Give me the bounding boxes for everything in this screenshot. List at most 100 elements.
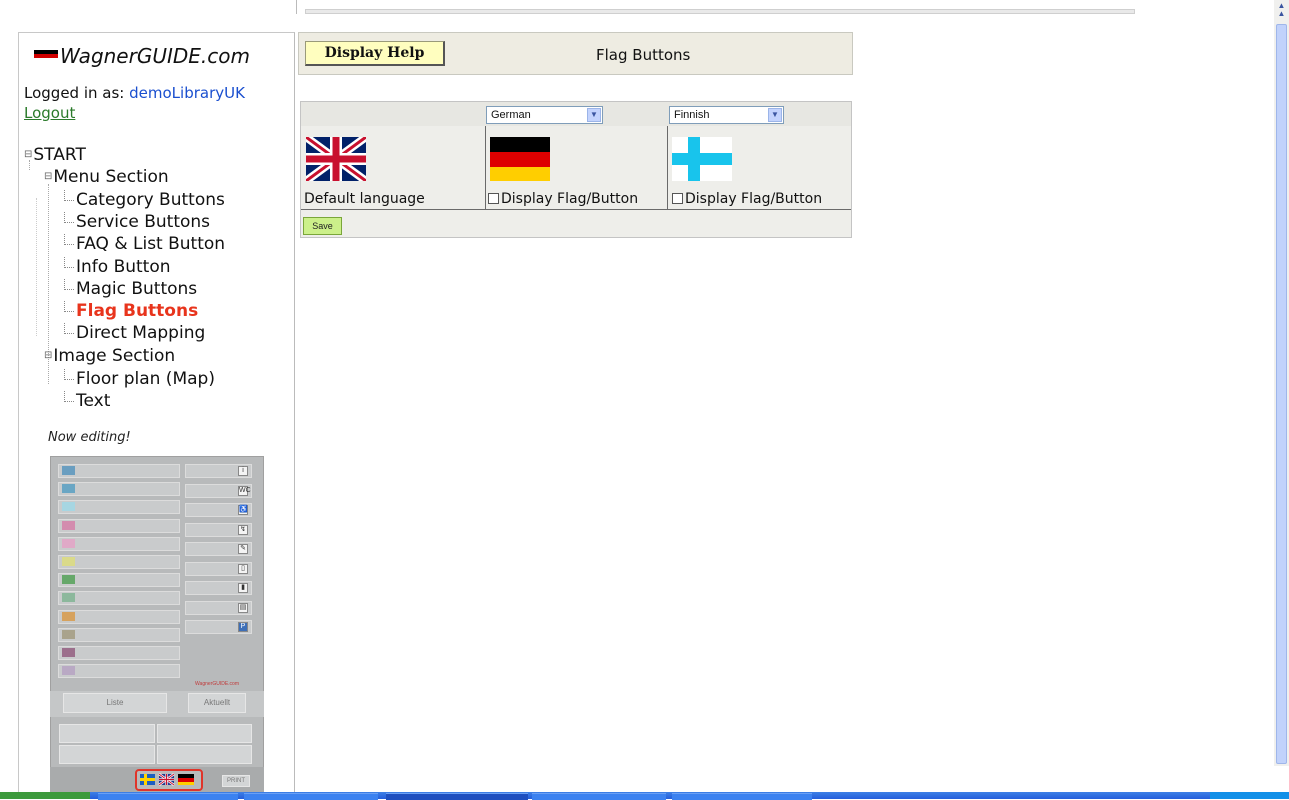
tree-root[interactable]: ⊟START [24, 144, 86, 166]
chevron-down-icon[interactable]: ▼ [768, 108, 782, 122]
start-button[interactable] [0, 792, 90, 799]
preview-color-swatch [62, 666, 75, 676]
sidebar-item-floor-plan[interactable]: Floor plan (Map) [64, 368, 215, 390]
language-select-finnish[interactable]: Finnish ▼ [669, 106, 784, 124]
row-divider [301, 209, 851, 210]
now-editing-label: Now editing! [48, 430, 131, 445]
uk-flag-icon [306, 137, 366, 181]
column-divider [485, 126, 486, 210]
sidebar-item-text[interactable]: Text [64, 390, 110, 412]
display-flag-finnish[interactable]: Display Flag/Button [672, 191, 822, 207]
preview-flags-highlight [135, 769, 203, 791]
sidebar-item-info-button[interactable]: Info Button [64, 256, 171, 278]
tree-connector [64, 369, 74, 380]
save-button[interactable]: Save [303, 217, 342, 235]
preview-service-icon: ♿ [238, 505, 248, 515]
preview-service-icon: ↯ [238, 524, 248, 535]
column-divider [667, 126, 668, 210]
tree-connector [64, 323, 74, 334]
preview-blank-button [59, 724, 155, 743]
finland-flag-icon [672, 137, 732, 181]
preview-color-swatch [62, 484, 75, 494]
tree-connector [64, 279, 74, 290]
logged-in-label: Logged in as: [24, 84, 125, 102]
preview-color-swatch [62, 502, 75, 512]
collapse-icon[interactable]: ⊟ [44, 345, 52, 367]
sidebar-item-label: Magic Buttons [76, 279, 198, 299]
preview-color-swatch [62, 629, 75, 639]
sidebar-item-service-buttons[interactable]: Service Buttons [64, 211, 210, 233]
preview-blank-button [157, 724, 252, 743]
preview-color-swatch [62, 593, 75, 603]
sidebar-item-label: Text [76, 391, 111, 411]
tree-image-section[interactable]: ⊟Image Section [44, 345, 175, 367]
sidebar-item-label: Service Buttons [76, 212, 211, 232]
tree-connector [64, 391, 74, 402]
preview-service-icon: ▯ [238, 563, 248, 574]
preview-color-swatch [62, 648, 75, 657]
preview-blank-button [157, 745, 252, 764]
tree-line [29, 160, 30, 170]
preview-category-row [58, 609, 180, 624]
page-title: Flag Buttons [596, 46, 691, 64]
preview-current-button: Aktuellt [188, 693, 246, 713]
selected-language: Finnish [674, 109, 710, 121]
language-select-german[interactable]: German ▼ [486, 106, 603, 124]
preview-color-swatch [62, 575, 75, 585]
preview-category-row [58, 464, 180, 478]
preview-category-row [58, 591, 180, 606]
sidebar-item-flag-buttons[interactable]: Flag Buttons [64, 300, 198, 322]
display-flag-german[interactable]: Display Flag/Button [488, 191, 638, 207]
chevron-down-icon[interactable]: ▼ [587, 108, 601, 122]
tree-connector [64, 257, 74, 268]
sidebar-item-direct-mapping[interactable]: Direct Mapping [64, 322, 205, 344]
display-flag-label: Display Flag/Button [685, 191, 823, 207]
logo-flag-icon [34, 50, 58, 61]
preview-category-row [58, 518, 180, 533]
sidebar-item-magic-buttons[interactable]: Magic Buttons [64, 278, 197, 300]
top-frame-bar [305, 9, 1135, 14]
preview-print-button: PRINT [222, 775, 250, 787]
logo-text: WagnerGUIDE.com [60, 44, 250, 68]
display-help-button[interactable]: Display Help [305, 41, 445, 66]
preview-list-button: Liste [63, 693, 167, 713]
preview-color-swatch [62, 538, 75, 548]
scrollbar-thumb[interactable] [1276, 24, 1287, 764]
image-section-label: Image Section [53, 346, 176, 366]
tree-connector [64, 234, 74, 245]
tree-menu-section[interactable]: ⊟Menu Section [44, 166, 169, 188]
preview-service-icon: P [238, 622, 248, 632]
preview-color-swatch [62, 466, 75, 475]
preview-category-row [58, 536, 180, 551]
display-flag-checkbox[interactable] [488, 192, 499, 204]
preview-category-row [58, 573, 180, 588]
tree-connector [64, 301, 74, 312]
selected-language: German [491, 109, 531, 121]
preview-watermark: WagnerGUIDE.com [195, 681, 239, 687]
top-separator [296, 0, 297, 14]
preview-category-row [58, 555, 180, 569]
system-tray [1210, 792, 1289, 799]
tree-root-label: START [33, 145, 86, 165]
preview-flags-icon [140, 773, 194, 786]
logout-link[interactable]: Logout [24, 104, 75, 122]
preview-category-row [58, 482, 180, 497]
preview-category-row [58, 627, 180, 642]
sidebar-item-faq-list-button[interactable]: FAQ & List Button [64, 233, 225, 255]
logo[interactable]: WagnerGUIDE.com [34, 44, 250, 68]
sidebar-item-label: Category Buttons [76, 190, 225, 210]
scroll-up-icon[interactable]: ▲ ▲ [1276, 2, 1287, 20]
preview-category-row [58, 500, 180, 515]
tree-line [36, 198, 37, 336]
sidebar-item-category-buttons[interactable]: Category Buttons [64, 189, 225, 211]
sidebar-item-label: FAQ & List Button [76, 234, 226, 254]
display-flag-label: Display Flag/Button [501, 191, 639, 207]
preview-service-icon: ▮ [238, 583, 248, 593]
preview-color-swatch [62, 611, 75, 621]
preview-color-swatch [62, 557, 75, 566]
preview-service-icon: ✎ [238, 544, 248, 554]
display-flag-checkbox[interactable] [672, 192, 683, 204]
logged-in-info: Logged in as: demoLibraryUK [24, 84, 245, 102]
tree-connector [64, 212, 74, 223]
sidebar-item-label: Info Button [76, 257, 171, 277]
